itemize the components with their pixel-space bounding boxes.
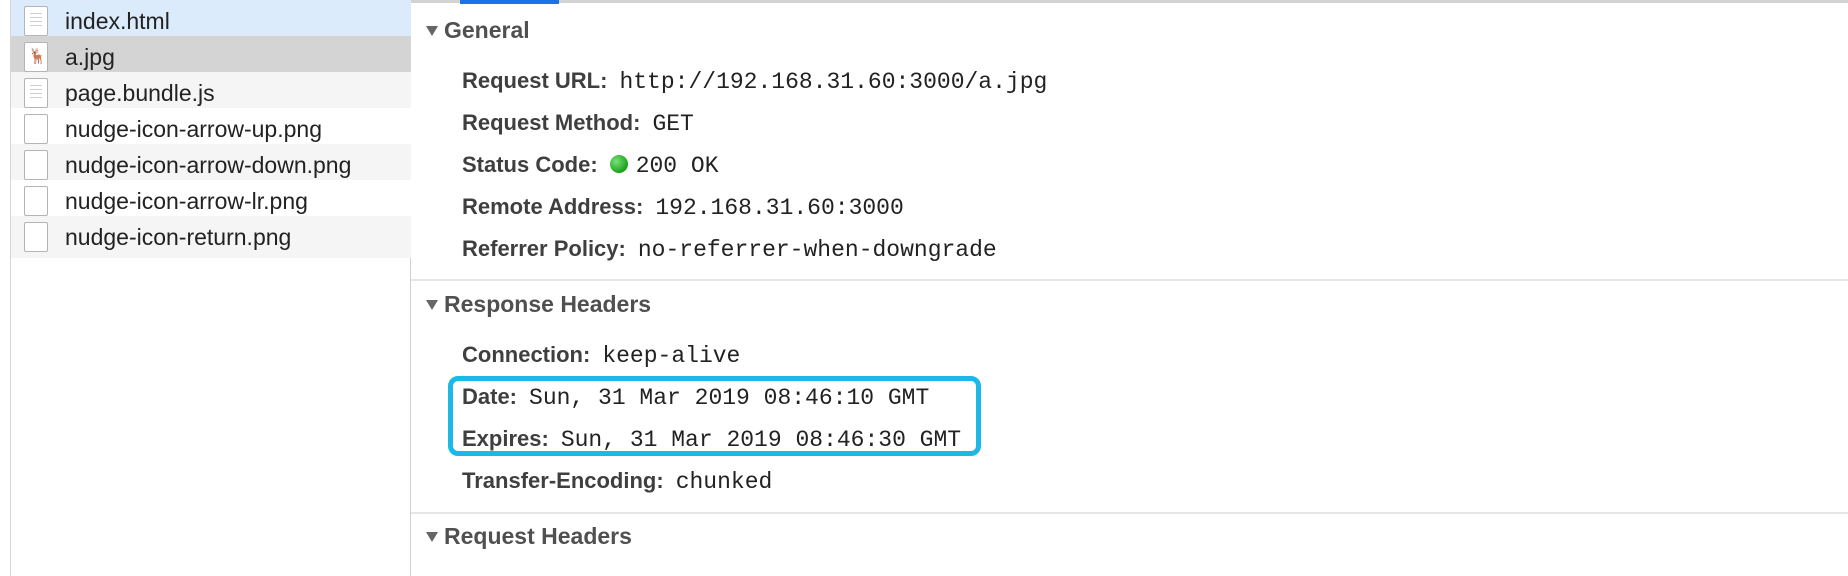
devtools-network-panel: index.html 🦌 a.jpg page.bundle.js nudge-… <box>0 0 1848 576</box>
transfer-encoding-value: chunked <box>675 469 773 495</box>
remote-address-value: 192.168.31.60:3000 <box>655 195 904 221</box>
referrer-policy-value: no-referrer-when-downgrade <box>637 237 997 263</box>
request-name: nudge-icon-arrow-down.png <box>65 151 352 178</box>
blank-file-icon <box>24 222 48 252</box>
caret-down-icon <box>426 531 438 542</box>
document-icon <box>24 78 48 108</box>
connection-row: Connection: keep-alive <box>462 342 740 369</box>
request-name: nudge-icon-return.png <box>65 223 292 250</box>
request-row-nudge-return[interactable]: nudge-icon-return.png <box>11 216 411 258</box>
image-icon: 🦌 <box>24 42 48 72</box>
field-label: Transfer-Encoding: <box>462 468 664 493</box>
request-url-row: Request URL: http://192.168.31.60:3000/a… <box>462 68 1047 95</box>
request-method-value: GET <box>652 111 694 137</box>
section-title: Request Headers <box>444 523 632 549</box>
request-details: General Request URL: http://192.168.31.6… <box>411 0 1848 576</box>
blank-file-icon <box>24 150 48 180</box>
caret-down-icon <box>426 25 438 36</box>
field-label: Status Code: <box>462 152 598 177</box>
remote-address-row: Remote Address: 192.168.31.60:3000 <box>462 194 904 221</box>
field-label: Request URL: <box>462 68 608 93</box>
tab-bar-border <box>411 0 1848 3</box>
field-label: Request Method: <box>462 110 641 135</box>
connection-value: keep-alive <box>602 343 741 369</box>
request-name: page.bundle.js <box>65 79 215 106</box>
field-label: Referrer Policy: <box>462 236 626 261</box>
request-name: index.html <box>65 7 170 34</box>
highlight-annotation-box <box>448 376 981 456</box>
field-label: Remote Address: <box>462 194 644 219</box>
referrer-policy-row: Referrer Policy: no-referrer-when-downgr… <box>462 236 997 263</box>
field-label: Connection: <box>462 342 591 367</box>
section-title: General <box>444 17 530 43</box>
request-list: index.html 🦌 a.jpg page.bundle.js nudge-… <box>10 0 411 576</box>
request-method-row: Request Method: GET <box>462 110 694 137</box>
blank-file-icon <box>24 114 48 144</box>
status-code-value: 200 OK <box>635 153 719 179</box>
transfer-encoding-row: Transfer-Encoding: chunked <box>462 468 772 495</box>
section-divider <box>411 279 1848 281</box>
general-section-toggle[interactable]: General <box>426 17 530 44</box>
document-icon <box>24 6 48 36</box>
request-name: a.jpg <box>65 43 115 70</box>
response-headers-section-toggle[interactable]: Response Headers <box>426 291 651 318</box>
caret-down-icon <box>426 299 438 310</box>
tab-headers-indicator[interactable] <box>460 0 559 4</box>
blank-file-icon <box>24 186 48 216</box>
status-code-row: Status Code: 200 OK <box>462 152 719 179</box>
section-divider <box>411 512 1848 514</box>
request-url-value: http://192.168.31.60:3000/a.jpg <box>619 69 1048 95</box>
section-title: Response Headers <box>444 291 652 317</box>
request-headers-section-toggle[interactable]: Request Headers <box>426 523 632 550</box>
request-name: nudge-icon-arrow-lr.png <box>65 187 308 214</box>
status-ok-icon <box>609 155 628 173</box>
request-name: nudge-icon-arrow-up.png <box>65 115 322 142</box>
